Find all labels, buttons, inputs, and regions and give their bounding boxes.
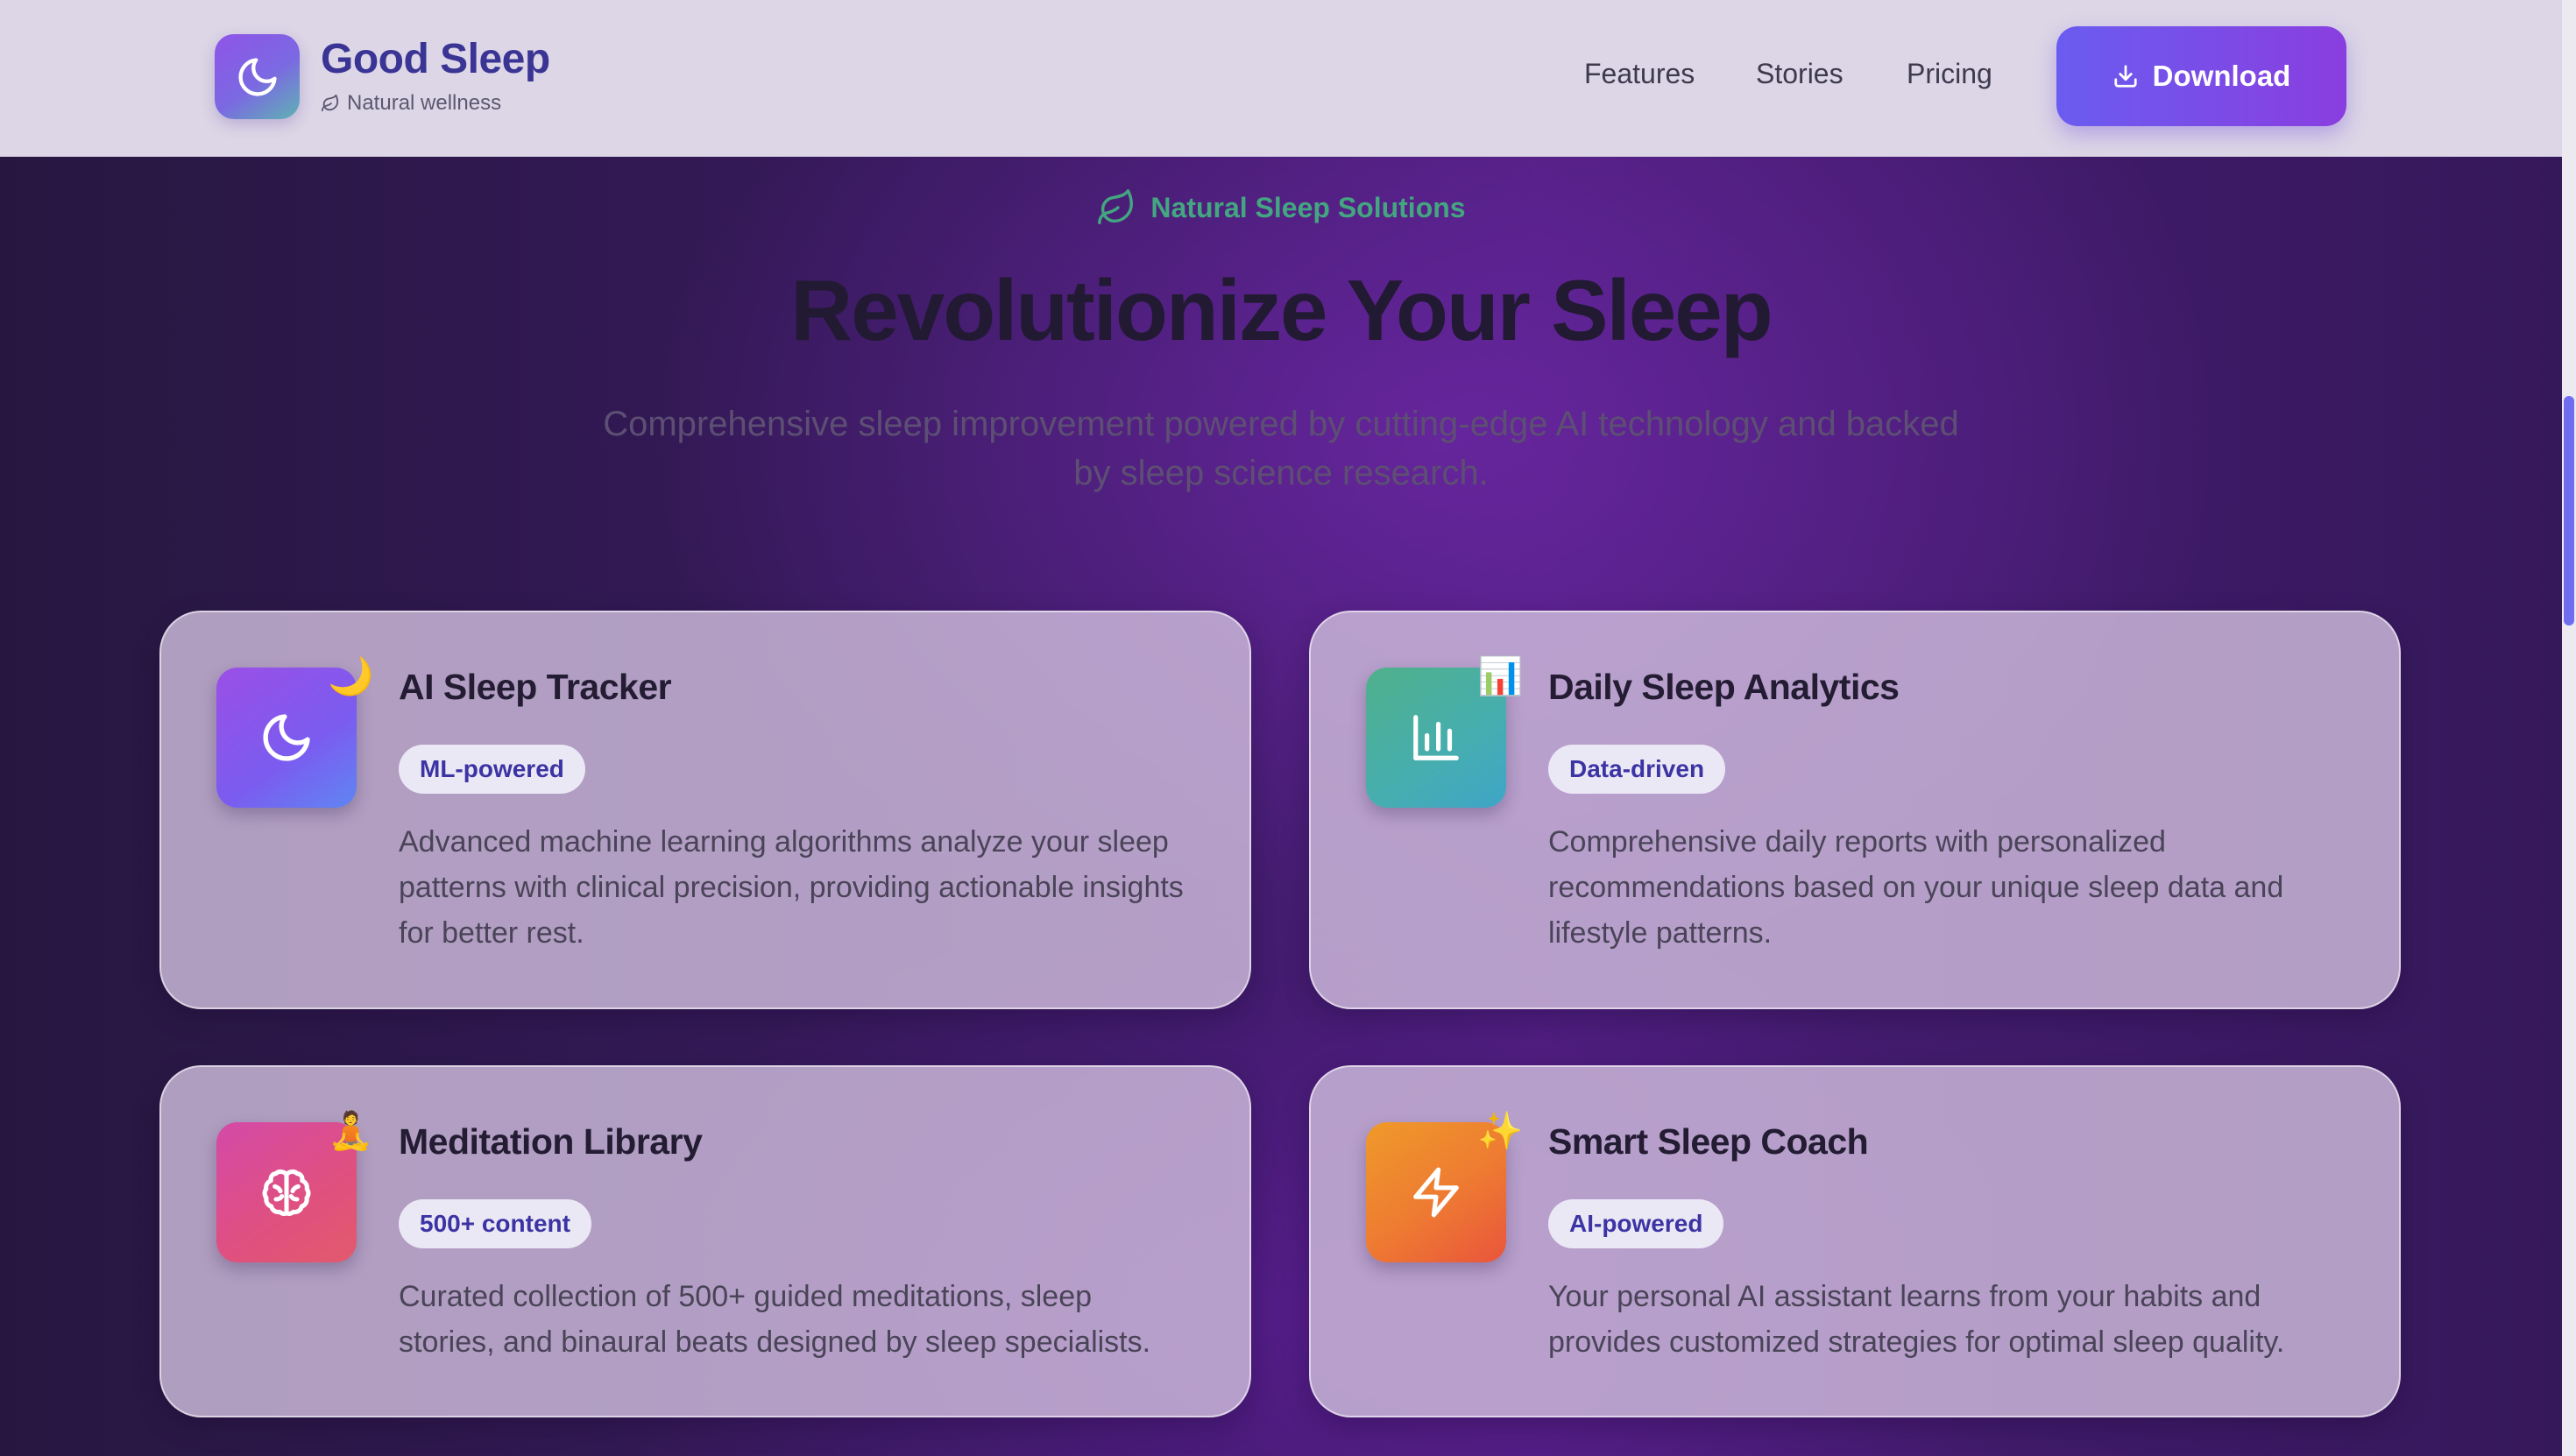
feature-title: Daily Sleep Analytics (1548, 667, 1900, 707)
meditation-emoji-icon: 🧘 (328, 1110, 374, 1151)
feature-badge: ML-powered (399, 745, 585, 794)
feature-title: Smart Sleep Coach (1548, 1121, 1869, 1162)
lightning-icon (1413, 1167, 1459, 1218)
brand-tagline-text: Natural wellness (347, 91, 502, 115)
crescent-moon-emoji-icon: 🌙 (328, 655, 374, 696)
nav-pricing[interactable]: Pricing (1907, 58, 1992, 90)
nav-features[interactable]: Features (1584, 58, 1695, 90)
download-button-label: Download (2152, 60, 2291, 92)
feature-title: Meditation Library (399, 1121, 703, 1162)
hero-tag: Natural Sleep Solutions (0, 187, 2562, 228)
feature-badge: AI-powered (1548, 1199, 1724, 1248)
hero-title: Revolutionize Your Sleep (790, 262, 1773, 358)
feature-card-ai-sleep-tracker[interactable]: 🌙 AI Sleep Tracker ML-powered Advanced m… (159, 611, 1251, 1009)
download-button[interactable]: Download (2056, 26, 2346, 126)
brand-tagline: Natural wellness (321, 91, 501, 116)
bar-chart-icon (1413, 715, 1459, 760)
page-background: Good Sleep Natural wellness Features Sto… (0, 0, 2562, 1456)
brain-icon (262, 1169, 311, 1216)
feature-card-daily-sleep-analytics[interactable]: 📊 Daily Sleep Analytics Data-driven Comp… (1309, 611, 2401, 1009)
scrollbar-thumb[interactable] (2564, 396, 2574, 626)
feature-description: Curated collection of 500+ guided medita… (399, 1280, 1151, 1359)
hero-tag-text: Natural Sleep Solutions (1150, 191, 1466, 223)
vertical-scrollbar[interactable] (2562, 0, 2576, 1456)
feature-description: Advanced machine learning algorithms ana… (399, 825, 1184, 950)
leaf-icon (321, 94, 339, 112)
feature-badge: 500+ content (399, 1199, 591, 1248)
hero-subtitle: Comprehensive sleep improvement powered … (603, 405, 1959, 492)
feature-card-smart-sleep-coach[interactable]: ✨ Smart Sleep Coach AI-powered Your pers… (1309, 1065, 2401, 1417)
download-icon (2114, 65, 2137, 88)
nav-stories[interactable]: Stories (1756, 58, 1844, 90)
sparkles-emoji-icon: ✨ (1477, 1110, 1524, 1151)
moon-icon (237, 57, 277, 96)
feature-title: AI Sleep Tracker (399, 667, 672, 707)
feature-badge: Data-driven (1548, 745, 1726, 794)
brand-name[interactable]: Good Sleep (321, 35, 550, 83)
site-header: Good Sleep Natural wellness Features Sto… (0, 0, 2562, 157)
bar-chart-emoji-icon: 📊 (1477, 655, 1524, 696)
feature-description: Your personal AI assistant learns from y… (1548, 1280, 2285, 1359)
moon-icon (263, 714, 310, 761)
feature-card-meditation-library[interactable]: 🧘 Meditation Library 500+ content Curate… (159, 1065, 1251, 1417)
app-logo[interactable] (215, 34, 300, 119)
leaf-icon (1098, 189, 1134, 224)
feature-description: Comprehensive daily reports with persona… (1548, 825, 2284, 950)
